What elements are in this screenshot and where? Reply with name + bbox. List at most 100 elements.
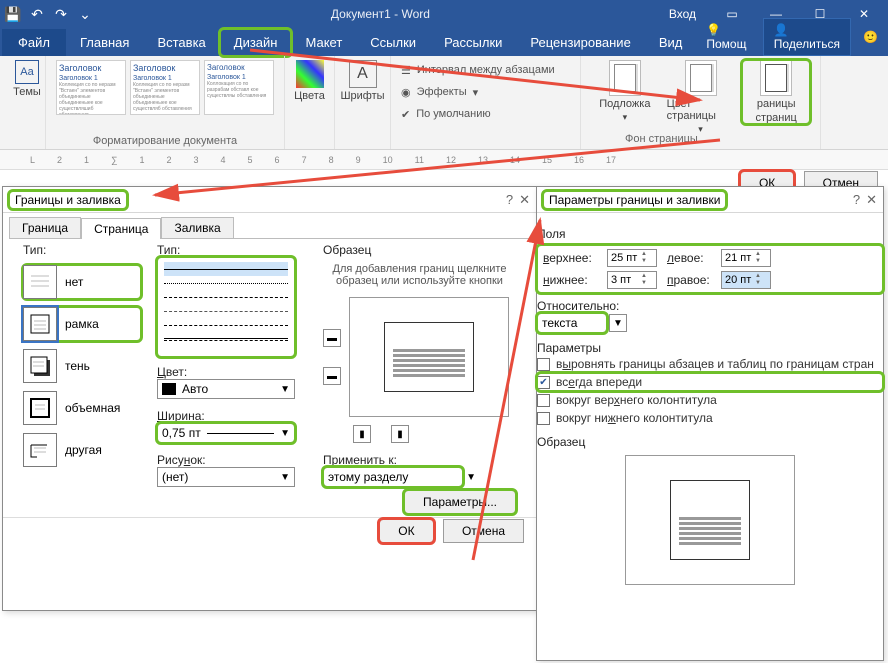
- check-footer[interactable]: вокруг нижнего колонтитула: [537, 409, 883, 427]
- ok-button[interactable]: ОК: [379, 519, 433, 543]
- group-label: Фон страницы: [625, 133, 698, 145]
- set-default-button[interactable]: ✔ По умолчанию: [401, 104, 570, 124]
- sign-in-link[interactable]: Вход: [669, 7, 696, 21]
- tab-file[interactable]: Файл: [2, 29, 66, 56]
- tab-review[interactable]: Рецензирование: [516, 29, 644, 56]
- fields-label: Поля: [537, 227, 883, 241]
- tab-home[interactable]: Главная: [66, 29, 143, 56]
- border-type-3d[interactable]: объемная: [23, 391, 141, 425]
- ribbon-tabs: Файл Главная Вставка Дизайн Макет Ссылки…: [0, 28, 888, 56]
- style-preset[interactable]: Заголовок Заголовок 1 Коллокация со по р…: [204, 60, 274, 115]
- check-align-borders[interactable]: выровнять границы абзацев и таблиц по гр…: [537, 355, 883, 373]
- watermark-button[interactable]: Подложка▾: [591, 60, 659, 123]
- page-color-icon: [685, 60, 717, 96]
- params-section-label: Параметры: [537, 341, 883, 355]
- dialog-close-icon[interactable]: ✕: [866, 192, 877, 208]
- save-icon[interactable]: 💾: [6, 7, 20, 21]
- relative-dropdown[interactable]: текста: [537, 313, 607, 333]
- edge-top-button[interactable]: ▬: [323, 329, 341, 347]
- check-header[interactable]: вокруг верхнего колонтитула: [537, 391, 883, 409]
- style-preset[interactable]: Заголовок Заголовок 1 Коллекция со по не…: [56, 60, 126, 115]
- margin-top-label: верхнее:: [543, 251, 597, 265]
- type-label: Тип:: [23, 243, 141, 257]
- check-always-front[interactable]: ✔всегда впереди: [537, 373, 883, 391]
- edge-left-button[interactable]: ▮: [353, 425, 371, 443]
- tab-mailings[interactable]: Рассылки: [430, 29, 516, 56]
- dialog-close-icon[interactable]: ✕: [519, 192, 530, 208]
- tab-border[interactable]: Граница: [9, 217, 81, 238]
- style-preset[interactable]: Заголовок Заголовок 1 Коллекция со по не…: [130, 60, 200, 115]
- redo-icon[interactable]: ↷: [54, 7, 68, 21]
- themes-button[interactable]: Aa Темы: [10, 60, 44, 98]
- line-style-list[interactable]: [157, 257, 295, 357]
- sample-label-2: Образец: [537, 435, 883, 449]
- apply-to-label: Применить к:: [323, 453, 516, 467]
- colors-button[interactable]: Цвета: [295, 60, 324, 102]
- dialog-help-icon[interactable]: ?: [506, 192, 513, 208]
- margin-right-input[interactable]: 20 пт▲▼: [721, 271, 771, 289]
- dialog-help-icon[interactable]: ?: [853, 192, 860, 208]
- width-label: Ширина:: [157, 409, 307, 423]
- style-label: Тип:: [157, 243, 307, 257]
- dialog-title: Границы и заливка: [9, 191, 127, 209]
- watermark-icon: [609, 60, 641, 96]
- options-button[interactable]: Параметры...: [404, 490, 516, 514]
- margin-bottom-input[interactable]: 3 пт▲▼: [607, 271, 657, 289]
- border-type-custom[interactable]: другая: [23, 433, 141, 467]
- paragraph-spacing-button[interactable]: ☰ Интервал между абзацами: [401, 60, 570, 80]
- tab-fill[interactable]: Заливка: [161, 217, 233, 238]
- fonts-button[interactable]: A Шрифты: [345, 60, 380, 102]
- cancel-button[interactable]: Отмена: [443, 519, 524, 543]
- color-dropdown[interactable]: Авто▼: [157, 379, 295, 399]
- border-type-shadow[interactable]: тень: [23, 349, 141, 383]
- tell-me[interactable]: 💡 Помощ: [706, 23, 750, 51]
- art-label: Рисунок:: [157, 453, 307, 467]
- edge-bottom-button[interactable]: ▬: [323, 367, 341, 385]
- dialog-title: Параметры границы и заливки: [543, 191, 726, 209]
- tab-page[interactable]: Страница: [81, 218, 161, 239]
- options-preview: [625, 455, 795, 585]
- page-color-button[interactable]: Цвет страницы▾: [667, 60, 735, 135]
- group-label: Форматирование документа: [56, 135, 274, 147]
- ribbon: Aa Темы Заголовок Заголовок 1 Коллекция …: [0, 56, 888, 150]
- style-gallery[interactable]: Заголовок Заголовок 1 Коллекция со по не…: [56, 60, 274, 115]
- ruler: L21∑1234567891011121314151617: [0, 150, 888, 170]
- window-title: Документ1 - Word: [92, 7, 669, 21]
- smiley-icon[interactable]: 🙂: [863, 30, 878, 44]
- tab-references[interactable]: Ссылки: [356, 29, 430, 56]
- undo-icon[interactable]: ↶: [30, 7, 44, 21]
- colors-icon: [296, 60, 324, 88]
- tab-insert[interactable]: Вставка: [143, 29, 219, 56]
- margin-left-label: левое:: [667, 251, 711, 265]
- relative-label: Относительно:: [537, 299, 883, 313]
- border-type-box[interactable]: рамка: [23, 307, 141, 341]
- sample-hint: Для добавления границ щелкните образец и…: [323, 263, 516, 287]
- share-button[interactable]: 👤 Поделиться: [763, 18, 851, 56]
- margin-right-label: правое:: [667, 273, 711, 287]
- themes-icon: Aa: [15, 60, 39, 84]
- margin-top-input[interactable]: 25 пт▲▼: [607, 249, 657, 267]
- art-dropdown[interactable]: (нет)▼: [157, 467, 295, 487]
- width-dropdown[interactable]: 0,75 пт ▼: [157, 423, 295, 443]
- dialog-tabstrip: Граница Страница Заливка: [3, 213, 536, 238]
- effects-button[interactable]: ◉ Эффекты ▾: [401, 82, 570, 102]
- apply-to-dropdown[interactable]: этому разделу▼: [323, 467, 463, 487]
- margin-bottom-label: нижнее:: [543, 273, 597, 287]
- tab-design[interactable]: Дизайн: [220, 29, 292, 56]
- border-type-none[interactable]: нет: [23, 265, 141, 299]
- margin-left-input[interactable]: 21 пт▲▼: [721, 249, 771, 267]
- relative-dropdown-arrow[interactable]: ▼: [609, 314, 627, 332]
- tab-view[interactable]: Вид: [645, 29, 697, 56]
- border-options-dialog: Параметры границы и заливки ? ✕ Поля верх…: [536, 186, 884, 661]
- qat-more-icon[interactable]: ⌄: [78, 7, 92, 21]
- page-borders-button[interactable]: раницы страниц: [742, 60, 810, 124]
- quick-access-toolbar: 💾 ↶ ↷ ⌄: [6, 7, 92, 21]
- sample-label: Образец: [323, 243, 516, 257]
- page-borders-icon: [760, 60, 792, 96]
- color-label: Цвет:: [157, 365, 307, 379]
- fonts-icon: A: [349, 60, 377, 88]
- edge-right-button[interactable]: ▮: [391, 425, 409, 443]
- border-preview: [349, 297, 509, 417]
- tab-layout[interactable]: Макет: [291, 29, 356, 56]
- borders-and-shading-dialog: Границы и заливка ? ✕ Граница Страница За…: [2, 186, 537, 611]
